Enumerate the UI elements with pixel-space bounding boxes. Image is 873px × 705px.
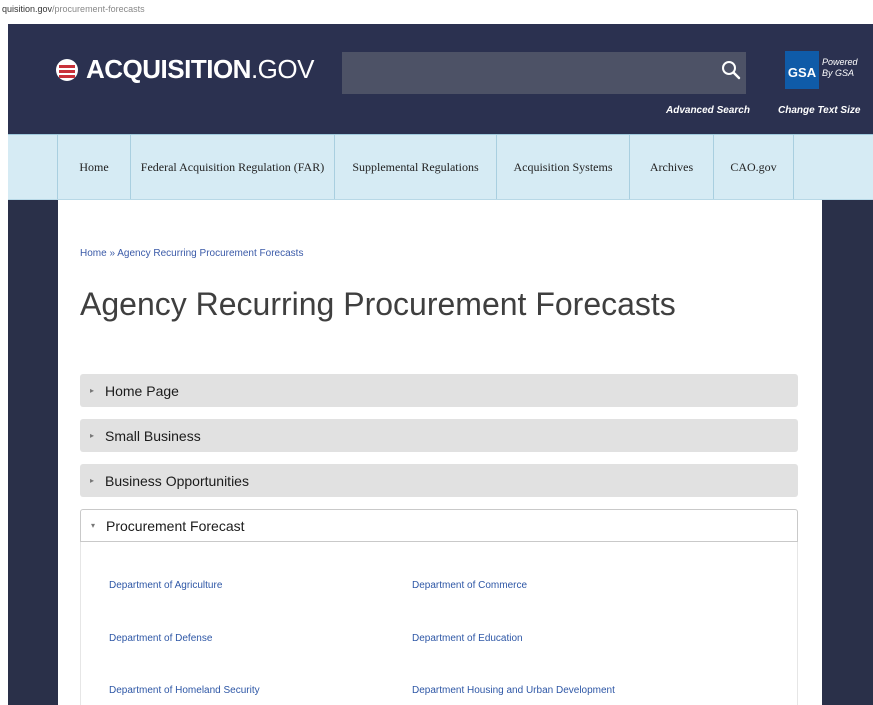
nav-item-cao-gov[interactable]: CAO.gov [714,135,794,199]
link-department-of-defense[interactable]: Department of Defense [109,633,212,644]
caret-right-icon: ▸ [90,431,95,440]
link-department-of-commerce[interactable]: Department of Commerce [412,580,527,591]
accordion-home-page[interactable]: ▸ Home Page [80,374,798,407]
procurement-forecast-panel [80,542,798,705]
advanced-search-link[interactable]: Advanced Search [666,105,750,116]
link-department-housing-and-urban-development[interactable]: Department Housing and Urban Development [412,685,615,696]
logo-light-text: .GOV [250,54,315,84]
logo-bold-text: ACQUISITION [86,54,251,84]
change-text-size-link[interactable]: Change Text Size [778,105,860,116]
caret-right-icon: ▸ [90,386,95,395]
site-header: ACQUISITION.GOV Advanced Search GSA Powe… [8,24,873,134]
breadcrumb-home-link[interactable]: Home [80,248,107,259]
accordion-small-business[interactable]: ▸ Small Business [80,419,798,452]
breadcrumb-separator: » [109,248,116,259]
page-title: Agency Recurring Procurement Forecasts [80,286,676,322]
site-logo[interactable]: ACQUISITION.GOV [56,54,314,85]
url-domain: quisition.gov [2,4,53,14]
nav-item-home[interactable]: Home [58,135,131,199]
accordion-label: Home Page [105,382,179,399]
powered-line-2: By GSA [822,68,855,78]
search-input[interactable] [342,52,746,94]
caret-right-icon: ▸ [90,476,95,485]
page-frame: ACQUISITION.GOV Advanced Search GSA Powe… [8,24,873,705]
accordion-label: Business Opportunities [105,472,249,489]
logo-wordmark: ACQUISITION.GOV [86,54,314,85]
link-department-of-agriculture[interactable]: Department of Agriculture [109,580,222,591]
breadcrumb: Home » Agency Recurring Procurement Fore… [80,248,303,259]
url-path: /procurement-forecasts [52,4,145,14]
accordion-business-opportunities[interactable]: ▸ Business Opportunities [80,464,798,497]
accordion-procurement-forecast[interactable]: ▾ Procurement Forecast [80,509,798,542]
link-department-of-education[interactable]: Department of Education [412,633,523,644]
nav-item-supplemental-regulations[interactable]: Supplemental Regulations [335,135,497,199]
main-nav: Home Federal Acquisition Regulation (FAR… [8,134,873,200]
powered-line-1: Powered [822,57,858,67]
accordion-label: Small Business [105,427,201,444]
nav-item-acquisition-systems[interactable]: Acquisition Systems [497,135,630,199]
address-bar[interactable]: quisition.gov/procurement-forecasts [0,0,873,24]
nav-item-far[interactable]: Federal Acquisition Regulation (FAR) [131,135,335,199]
search-icon[interactable] [720,59,742,81]
breadcrumb-current: Agency Recurring Procurement Forecasts [117,248,304,259]
caret-down-icon: ▾ [91,521,96,530]
gsa-logo[interactable]: GSA [785,51,819,89]
main-content: Home » Agency Recurring Procurement Fore… [58,200,822,705]
accordion-label: Procurement Forecast [106,517,245,534]
nav-item-archives[interactable]: Archives [630,135,714,199]
powered-by-gsa: Powered By GSA [822,57,858,79]
link-department-of-homeland-security[interactable]: Department of Homeland Security [109,685,260,696]
seal-icon [56,58,78,81]
